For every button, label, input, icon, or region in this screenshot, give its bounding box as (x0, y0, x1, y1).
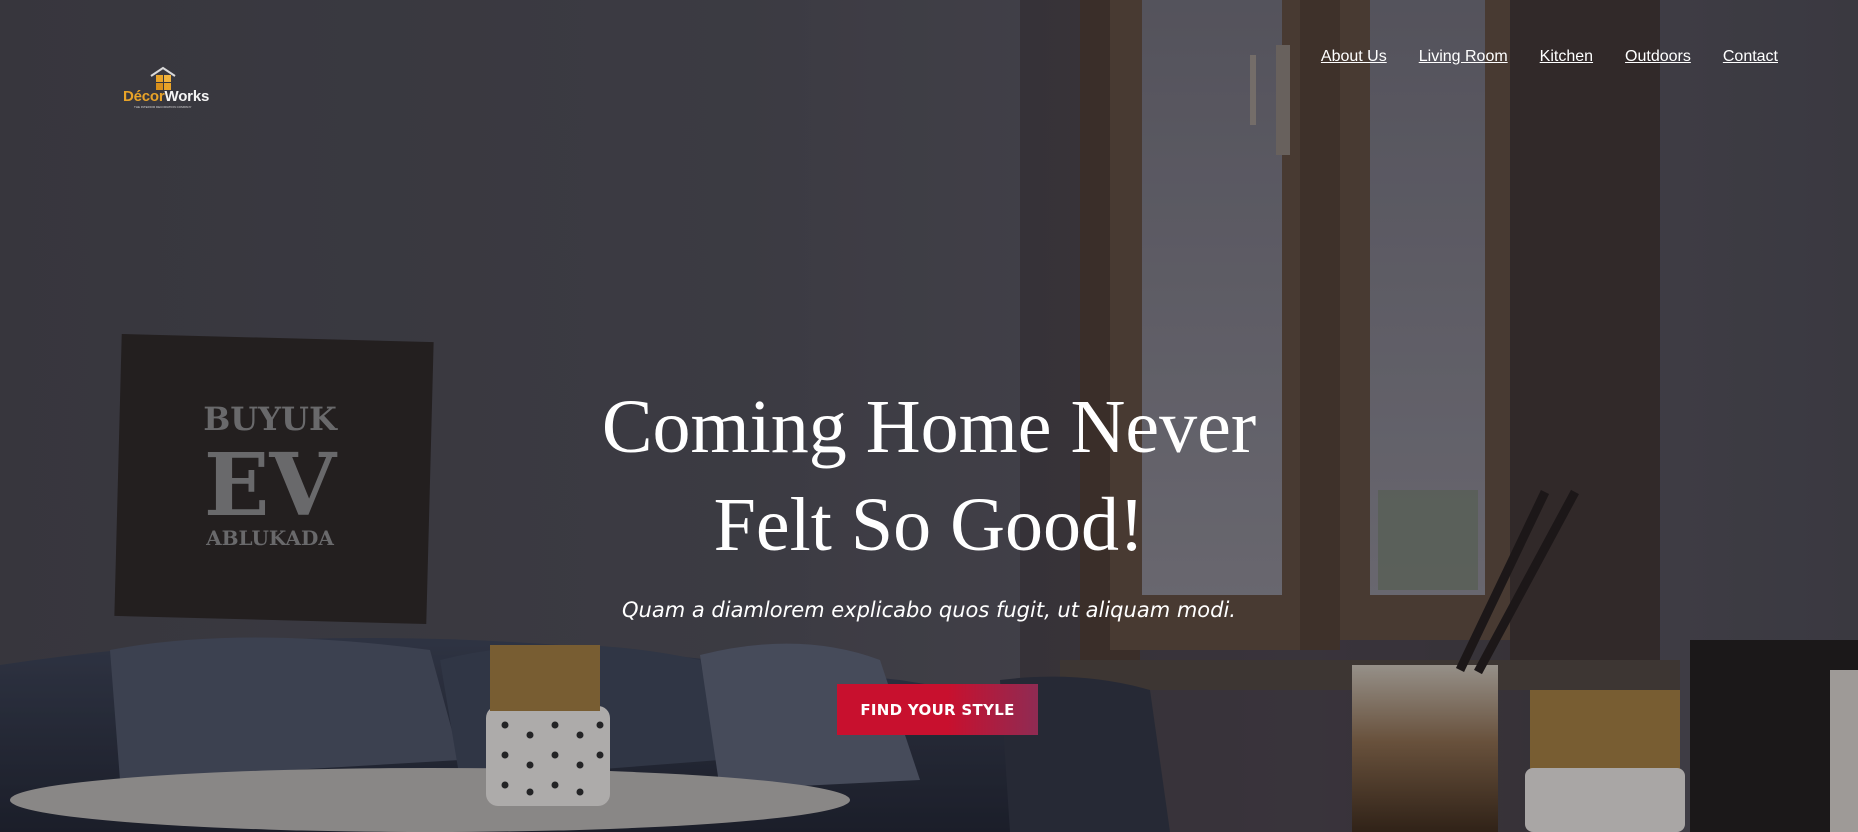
logo-wordmark-accent: Décor (123, 88, 165, 105)
house-logo-icon (150, 66, 176, 90)
hero-subtitle: Quam a diamlorem explicabo quos fugit, u… (622, 598, 1236, 622)
main-nav: About Us Living Room Kitchen Outdoors Co… (1321, 48, 1778, 66)
find-your-style-button[interactable]: FIND YOUR STYLE (837, 684, 1038, 735)
site-logo[interactable]: DécorWorks THE INTERIOR DECORATION COMPA… (118, 64, 230, 110)
nav-link-outdoors[interactable]: Outdoors (1625, 48, 1691, 66)
nav-link-about-us[interactable]: About Us (1321, 48, 1387, 66)
hero-title-line-2: Felt So Good! (713, 483, 1145, 567)
logo-tagline: THE INTERIOR DECORATION COMPANY (134, 105, 192, 109)
nav-link-living-room[interactable]: Living Room (1419, 48, 1508, 66)
hero-title-line-1: Coming Home Never (601, 385, 1257, 469)
nav-link-kitchen[interactable]: Kitchen (1540, 48, 1593, 66)
logo-wordmark: DécorWorks (123, 88, 209, 105)
nav-link-contact[interactable]: Contact (1723, 48, 1778, 66)
hero-title: Coming Home Never Felt So Good! (0, 378, 1858, 574)
logo-wordmark-rest: Works (164, 88, 210, 105)
